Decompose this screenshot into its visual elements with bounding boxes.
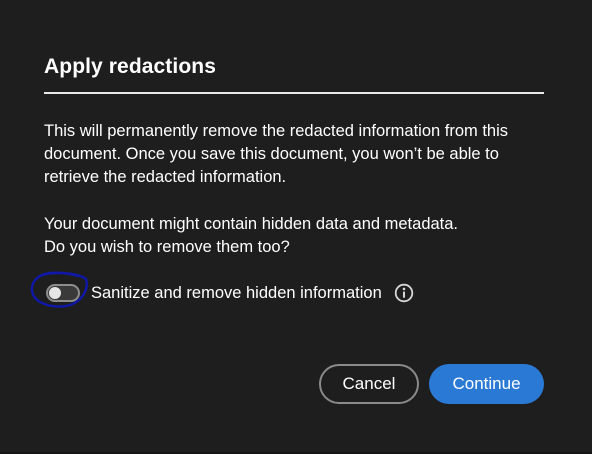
title-divider [44,92,544,94]
warning-line: document. Once you save this document, y… [44,145,499,163]
warning-line: This will permanently remove the redacte… [44,122,509,140]
hidden-data-line: Do you wish to remove them too? [44,238,290,256]
dialog-title: Apply redactions [44,55,216,78]
hidden-data-message: Your document might contain hidden data … [44,213,554,259]
sanitize-toggle[interactable] [46,284,80,302]
info-icon[interactable] [394,283,414,303]
warning-line: retrieve the redacted information. [44,168,287,186]
hidden-data-line: Your document might contain hidden data … [44,215,459,233]
sanitize-toggle-label[interactable]: Sanitize and remove hidden information [91,284,382,303]
continue-button[interactable]: Continue [429,364,544,404]
apply-redactions-dialog: Apply redactions This will permanently r… [0,0,592,454]
toggle-knob [49,287,61,299]
cancel-button[interactable]: Cancel [319,364,419,404]
warning-message: This will permanently remove the redacte… [44,120,554,189]
sanitize-option-row: Sanitize and remove hidden information [46,281,414,305]
